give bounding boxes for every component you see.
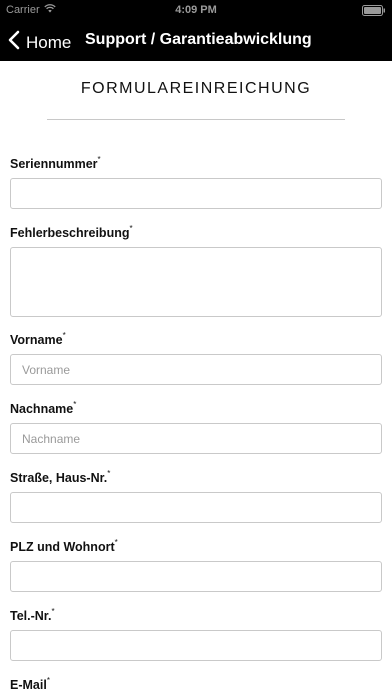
street-label: Straße, Haus-Nr.* <box>10 469 111 485</box>
phone-input[interactable] <box>10 630 382 661</box>
required-mark: * <box>51 607 55 616</box>
serial-number-label: Seriennummer* <box>10 155 101 171</box>
last-name-label: Nachname* <box>10 400 77 416</box>
required-mark: * <box>107 469 111 478</box>
nav-title: Support / Garantieabwicklung <box>85 31 312 48</box>
first-name-label-text: Vorname <box>10 333 63 347</box>
error-description-label: Fehlerbeschreibung* <box>10 224 133 240</box>
battery-icon <box>362 5 386 19</box>
email-label: E-Mail* <box>10 676 50 692</box>
serial-number-label-text: Seriennummer <box>10 157 98 171</box>
back-label: Home <box>26 32 72 52</box>
error-description-input[interactable] <box>10 247 382 317</box>
form-title: FORMULAREINREICHUNG <box>80 80 312 97</box>
last-name-input[interactable] <box>10 423 382 454</box>
phone-label-text: Tel.-Nr. <box>10 609 52 623</box>
required-mark: * <box>62 331 66 340</box>
zip-city-label-text: PLZ und Wohnort <box>10 540 115 554</box>
title-divider <box>47 119 345 120</box>
last-name-label-text: Nachname <box>10 402 74 416</box>
back-button[interactable]: Home <box>8 30 71 55</box>
phone-label: Tel.-Nr.* <box>10 607 55 623</box>
required-mark: * <box>97 155 101 164</box>
required-mark: * <box>73 400 77 409</box>
required-mark: * <box>114 538 118 547</box>
street-label-text: Straße, Haus-Nr. <box>10 471 108 485</box>
zip-city-label: PLZ und Wohnort* <box>10 538 118 554</box>
required-mark: * <box>46 676 50 685</box>
street-input[interactable] <box>10 492 382 523</box>
chevron-left-icon <box>8 30 20 55</box>
first-name-label: Vorname* <box>10 331 66 347</box>
required-mark: * <box>129 224 133 233</box>
error-description-label-text: Fehlerbeschreibung <box>10 226 130 240</box>
status-time: 4:09 PM <box>175 4 217 16</box>
navigation-bar: Home Support / Garantieabwicklung <box>0 20 392 61</box>
serial-number-input[interactable] <box>10 178 382 209</box>
email-label-text: E-Mail <box>10 678 47 692</box>
first-name-input[interactable] <box>10 354 382 385</box>
zip-city-input[interactable] <box>10 561 382 592</box>
status-bar: Carrier 4:09 PM <box>0 0 392 20</box>
